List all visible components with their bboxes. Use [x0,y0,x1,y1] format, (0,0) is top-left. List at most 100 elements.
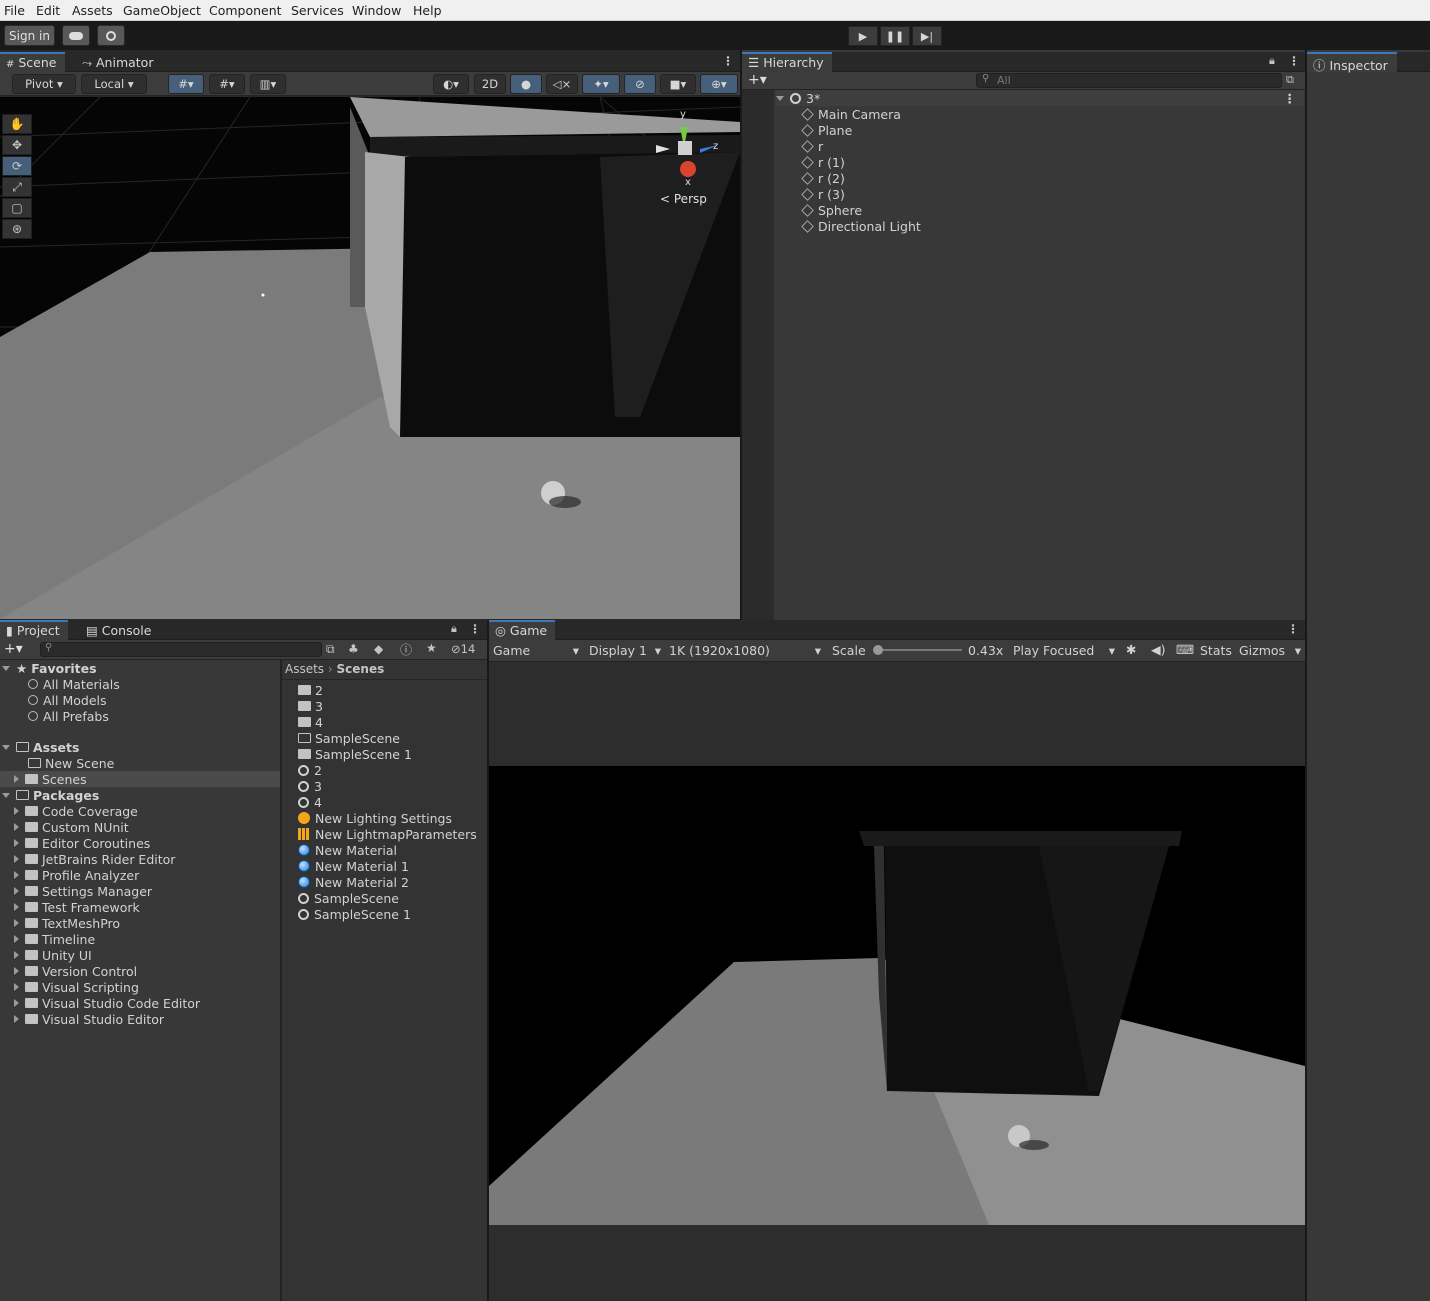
lighting-toggle[interactable]: ● [510,74,542,94]
file-item[interactable]: New LightmapParameters [298,826,477,842]
package-item[interactable]: Code Coverage [14,803,138,819]
view-dropdown[interactable]: Game ▾ [493,643,579,658]
favorites-header[interactable]: ★ Favorites [2,660,97,676]
tab-scene[interactable]: # Scene [0,52,65,72]
local-dropdown[interactable]: Local ▾ [81,74,147,94]
menu-window[interactable]: Window [352,3,401,18]
collab-button[interactable] [97,25,125,46]
stats-button[interactable]: Stats [1200,643,1232,658]
scene-root-row[interactable]: 3* ⋮ [776,90,1304,106]
menu-assets[interactable]: Assets [72,3,113,18]
file-item[interactable]: 3 [298,698,323,714]
play-mode-dropdown[interactable]: Play Focused ▾ [1013,643,1115,658]
effects-dropdown[interactable]: ✦▾ [582,74,620,94]
label-icon[interactable]: ◆ [374,642,383,656]
menu-edit[interactable]: Edit [36,3,60,18]
package-item[interactable]: Test Framework [14,899,140,915]
add-icon[interactable]: +▾ [748,72,767,88]
file-item[interactable]: 4 [298,794,322,810]
audio-icon[interactable]: ◀) [1151,642,1166,657]
file-item[interactable]: New Lighting Settings [298,810,452,826]
package-item[interactable]: JetBrains Rider Editor [14,851,175,867]
bug-icon[interactable]: ✱ [1126,642,1136,657]
hierarchy-item[interactable]: r (2) [801,170,845,186]
breadcrumb-scenes[interactable]: Scenes [337,662,385,676]
pause-button[interactable]: ❚❚ [880,26,910,46]
file-item[interactable]: 2 [298,682,323,698]
menu-services[interactable]: Services [291,3,344,18]
camera-dropdown[interactable]: ■▾ [660,74,696,94]
gizmos-dropdown[interactable]: Gizmos ▾ [1239,643,1301,658]
rotate-tool[interactable]: ⟳ [2,156,32,176]
file-item[interactable]: SampleScene 1 [298,746,412,762]
favorite-item[interactable]: All Prefabs [28,708,109,724]
search-window-icon[interactable]: ⧉ [326,642,335,657]
search-options-icon[interactable]: ⧉ [1286,73,1294,87]
file-item[interactable]: New Material [298,842,397,858]
tab-console[interactable]: ▤ Console [80,620,159,640]
draw-mode-dropdown[interactable]: ◐▾ [433,74,469,94]
package-item[interactable]: Profile Analyzer [14,867,139,883]
scale-slider-thumb[interactable] [873,645,884,655]
file-item[interactable]: SampleScene [298,730,400,746]
scene-menu-icon[interactable]: ⋮ [1284,91,1297,106]
cloud-button[interactable] [62,25,90,46]
file-item[interactable]: SampleScene [298,890,399,906]
scene-viewport[interactable]: y z x < Persp [0,97,740,619]
rect-tool[interactable]: ▢ [2,198,32,218]
add-icon[interactable]: +▾ [4,641,23,657]
hidden-objects-toggle[interactable]: ⊘ [624,74,656,94]
file-item[interactable]: 4 [298,714,323,730]
assets-header[interactable]: Assets [2,739,79,755]
lock-icon[interactable]: 🔒︎ [1269,54,1275,68]
star-icon[interactable]: ★ [426,641,437,655]
sign-in-button[interactable]: Sign in [4,25,55,46]
package-item[interactable]: Visual Scripting [14,979,139,995]
favorite-item[interactable]: All Materials [28,676,120,692]
hand-tool[interactable]: ✋ [2,114,32,134]
package-item[interactable]: Editor Coroutines [14,835,150,851]
2d-toggle[interactable]: 2D [474,74,506,94]
hidden-packages-toggle[interactable]: ⊘14 [451,642,475,656]
grid-snap-button[interactable]: #▾ [168,74,204,94]
hierarchy-menu-icon[interactable]: ⋮ [1288,54,1300,68]
filter-type-icon[interactable]: ♣ [348,642,359,656]
tab-animator[interactable]: ⤳ Animator [76,52,161,72]
hierarchy-item[interactable]: r [801,138,823,154]
increment-snap-button[interactable]: ▥▾ [250,74,286,94]
warning-icon[interactable]: ⓘ [400,641,412,658]
step-button[interactable]: ▶| [912,26,942,46]
project-menu-icon[interactable]: ⋮ [469,622,481,636]
hierarchy-item[interactable]: Sphere [801,202,862,218]
file-item[interactable]: New Material 1 [298,858,409,874]
hierarchy-item[interactable]: Directional Light [801,218,921,234]
tab-inspector[interactable]: ⓘ Inspector [1307,52,1397,73]
game-menu-icon[interactable]: ⋮ [1287,622,1299,636]
grid-toggle-button[interactable]: #▾ [209,74,245,94]
file-item[interactable]: 3 [298,778,322,794]
projection-label[interactable]: < Persp [660,192,707,206]
file-item[interactable]: 2 [298,762,322,778]
project-search-input[interactable] [40,642,322,657]
hierarchy-item[interactable]: Plane [801,122,852,138]
scale-slider-track[interactable] [873,645,962,655]
package-item[interactable]: Timeline [14,931,95,947]
gizmos-dropdown[interactable]: ⊕▾ [700,74,738,94]
breadcrumb-assets[interactable]: Assets [285,662,324,676]
hierarchy-item[interactable]: r (3) [801,186,845,202]
hierarchy-item[interactable]: r (1) [801,154,845,170]
menu-help[interactable]: Help [413,3,442,18]
packages-header[interactable]: Packages [2,787,99,803]
play-button[interactable]: ▶ [848,26,878,46]
audio-toggle[interactable]: ◁× [546,74,578,94]
lock-icon[interactable]: 🔒︎ [451,622,457,636]
hierarchy-search-input[interactable]: All [976,73,1282,88]
package-item[interactable]: TextMeshPro [14,915,120,931]
tab-hierarchy[interactable]: ☰ Hierarchy [742,52,832,72]
menu-component[interactable]: Component [209,3,282,18]
tree-item[interactable]: New Scene [28,755,114,771]
tab-project[interactable]: ▮ Project [0,620,68,640]
package-item[interactable]: Unity UI [14,947,92,963]
game-viewport[interactable] [489,766,1305,1225]
package-item[interactable]: Visual Studio Editor [14,1011,164,1027]
